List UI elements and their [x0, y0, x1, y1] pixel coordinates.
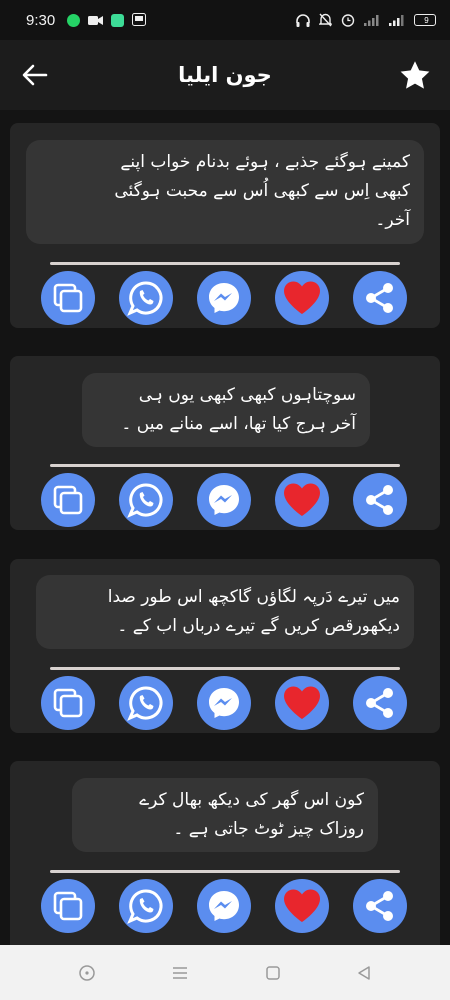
copy-icon [53, 891, 83, 921]
share-button[interactable] [353, 271, 407, 325]
copy-button[interactable] [41, 879, 95, 933]
poem-line: سوچتاہوں کبھی کبھی یوں ہی [138, 385, 356, 405]
poem-card: کون اس گھر کی دیکھ بھال کرے روزاک چیز ٹو… [10, 761, 440, 945]
battery-icon: 9 [414, 14, 436, 26]
poem-bubble: کون اس گھر کی دیکھ بھال کرے روزاک چیز ٹو… [72, 778, 378, 853]
favorite-poem-button[interactable] [275, 473, 329, 527]
poem-line: آخر۔ [375, 210, 410, 231]
whatsapp-share-button[interactable] [119, 473, 173, 527]
whatsapp-share-button[interactable] [119, 676, 173, 730]
recents-square-icon[interactable] [265, 965, 281, 981]
poem-line: کبھی اِس سے کبھی اُس سے محبت ہوگئی [114, 181, 410, 202]
poem-bubble: کمینے ہوگئے جذبے ، ہوئے بدنام خواب اپنے … [26, 140, 424, 244]
whatsapp-icon [127, 889, 163, 924]
whatsapp-share-button[interactable] [119, 879, 173, 933]
mute-icon [319, 13, 332, 27]
messenger-share-button[interactable] [197, 879, 251, 933]
copy-button[interactable] [41, 676, 95, 730]
messenger-icon [209, 485, 239, 515]
heart-icon [284, 686, 320, 719]
divider [50, 667, 400, 670]
whatsapp-icon [127, 686, 163, 721]
back-triangle-icon[interactable] [356, 965, 372, 981]
share-icon [366, 283, 393, 313]
whatsapp-icon [67, 13, 81, 27]
status-time: 9:30 [26, 11, 56, 29]
share-button[interactable] [353, 473, 407, 527]
poem-card: سوچتاہوں کبھی کبھی یوں ہی آخر ہرج کیا تھ… [10, 356, 440, 530]
poem-line: روزاک چیز ٹوٹ جاتی ہے ۔ [173, 819, 364, 840]
status-bar: 9:30 9 [0, 0, 450, 40]
poem-bubble: سوچتاہوں کبھی کبھی یوں ہی آخر ہرج کیا تھ… [82, 373, 370, 448]
system-nav-bar [0, 945, 450, 1000]
menu-icon[interactable] [171, 966, 189, 980]
video-icon [88, 11, 104, 30]
poem-line: کون اس گھر کی دیکھ بھال کرے [139, 790, 364, 810]
divider [50, 262, 400, 265]
whatsapp-share-button[interactable] [119, 271, 173, 325]
copy-icon [53, 283, 83, 313]
action-row [41, 271, 407, 325]
share-button[interactable] [353, 676, 407, 730]
home-circle-icon[interactable] [78, 964, 96, 982]
back-button[interactable] [20, 60, 50, 90]
whatsapp-icon [127, 281, 163, 316]
chat-icon [111, 13, 125, 27]
messenger-icon [209, 283, 239, 313]
action-row [41, 879, 407, 933]
poem-line: میں تیرے دَرپہ لگاؤں گاکچھ اس طور صدا [107, 587, 400, 607]
divider [50, 870, 400, 873]
copy-button[interactable] [41, 271, 95, 325]
favorite-poem-button[interactable] [275, 879, 329, 933]
favorite-poem-button[interactable] [275, 676, 329, 730]
share-icon [366, 688, 393, 718]
copy-icon [53, 485, 83, 515]
poem-line: آخر ہرج کیا تھا، اسے منانے میں ۔ [121, 414, 356, 435]
favorite-poem-button[interactable] [275, 271, 329, 325]
poem-line: دیکھورقص کریں گے تیرے درباں اب کے ۔ [117, 616, 400, 637]
messenger-share-button[interactable] [197, 271, 251, 325]
messenger-share-button[interactable] [197, 676, 251, 730]
whatsapp-icon [127, 483, 163, 518]
messenger-icon [209, 688, 239, 718]
messenger-share-button[interactable] [197, 473, 251, 527]
heart-icon [284, 281, 320, 314]
messenger-icon [209, 891, 239, 921]
share-icon [366, 485, 393, 515]
heart-icon [284, 483, 320, 516]
star-icon [400, 60, 430, 89]
share-button[interactable] [353, 879, 407, 933]
action-row [41, 473, 407, 527]
poem-line: کمینے ہوگئے جذبے ، ہوئے بدنام خواب اپنے [120, 152, 410, 172]
app-bar: جون ایلیا [0, 40, 450, 110]
poem-card: کمینے ہوگئے جذبے ، ہوئے بدنام خواب اپنے … [10, 123, 440, 328]
poem-bubble: میں تیرے دَرپہ لگاؤں گاکچھ اس طور صدا دی… [36, 575, 414, 650]
share-icon [366, 891, 393, 921]
action-row [41, 676, 407, 730]
copy-button[interactable] [41, 473, 95, 527]
page-title: جون ایلیا [178, 63, 272, 87]
alarm-icon [341, 13, 355, 27]
poem-card: میں تیرے دَرپہ لگاؤں گاکچھ اس طور صدا دی… [10, 559, 440, 733]
heart-icon [284, 889, 320, 922]
battery-level: 9 [424, 15, 429, 25]
signal-icon [364, 14, 380, 26]
cast-icon [132, 11, 147, 30]
headphones-icon [296, 13, 310, 27]
divider [50, 464, 400, 467]
favorite-button[interactable] [398, 58, 432, 92]
arrow-left-icon [22, 64, 48, 86]
copy-icon [53, 688, 83, 718]
signal-icon [389, 14, 405, 26]
